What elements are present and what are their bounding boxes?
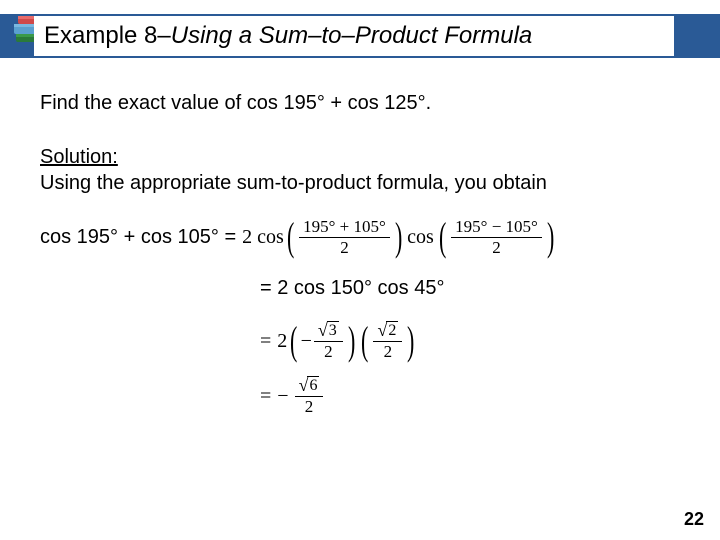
step3-neg: − xyxy=(301,328,312,354)
step4-frac: √6 2 xyxy=(295,376,324,416)
step4-neg: − xyxy=(277,383,288,409)
solution-label: Solution: xyxy=(40,146,118,168)
rparen-icon: ) xyxy=(395,219,402,255)
equation-step-2: = 2 cos 150° cos 45° xyxy=(260,275,680,301)
step1-frac1-num: 195° + 105° xyxy=(299,218,390,238)
solution-block: Solution: Using the appropriate sum-to-p… xyxy=(40,144,680,196)
content-area: Find the exact value of cos 195° + cos 1… xyxy=(40,90,680,416)
step1-coef: 2 cos xyxy=(242,224,284,250)
lparen-icon: ( xyxy=(361,323,368,359)
step4-den: 2 xyxy=(301,397,318,416)
step3-frac2: √2 2 xyxy=(373,321,402,361)
equation-step-1: cos 195° + cos 105° = 2 cos ( 195° + 105… xyxy=(40,218,680,257)
step3-frac2-num: √2 xyxy=(373,321,402,342)
rparen-icon: ) xyxy=(547,219,554,255)
step3-eq: = xyxy=(260,328,271,354)
rparen-icon: ) xyxy=(407,323,414,359)
page-number: 22 xyxy=(684,509,704,530)
step1-frac2: 195° − 105° 2 xyxy=(451,218,542,257)
step4-num: √6 xyxy=(295,376,324,397)
step1-rhs: 2 cos ( 195° + 105° 2 ) cos ( 195° − 105… xyxy=(242,218,557,257)
problem-statement: Find the exact value of cos 195° + cos 1… xyxy=(40,90,680,116)
step3-coef: 2 xyxy=(277,328,287,354)
example-label: Example 8 xyxy=(44,22,157,50)
solution-intro: Using the appropriate sum-to-product for… xyxy=(40,172,547,194)
rparen-icon: ) xyxy=(348,323,355,359)
step3-frac1-num: √3 xyxy=(314,321,343,342)
step1-frac1: 195° + 105° 2 xyxy=(299,218,390,257)
equation-step-3: = 2 ( − √3 2 ) ( √2 2 ) xyxy=(260,321,680,361)
step3-frac2-den: 2 xyxy=(380,342,397,361)
lparen-icon: ( xyxy=(439,219,446,255)
title-box: Example 8 – Using a Sum–to–Product Formu… xyxy=(34,16,674,56)
step3-frac1-den: 2 xyxy=(320,342,337,361)
step4-eq: = xyxy=(260,383,271,409)
equation-step-4: = − √6 2 xyxy=(260,376,680,416)
title-separator: – xyxy=(157,22,170,50)
step1-lhs: cos 195° + cos 105° = xyxy=(40,224,236,250)
step1-frac2-den: 2 xyxy=(488,238,505,257)
lparen-icon: ( xyxy=(290,323,297,359)
step3-frac1: √3 2 xyxy=(314,321,343,361)
step1-frac1-den: 2 xyxy=(336,238,353,257)
step1-frac2-num: 195° − 105° xyxy=(451,218,542,238)
step1-mid: cos xyxy=(407,224,434,250)
lparen-icon: ( xyxy=(287,219,294,255)
example-subtitle: Using a Sum–to–Product Formula xyxy=(171,22,533,50)
